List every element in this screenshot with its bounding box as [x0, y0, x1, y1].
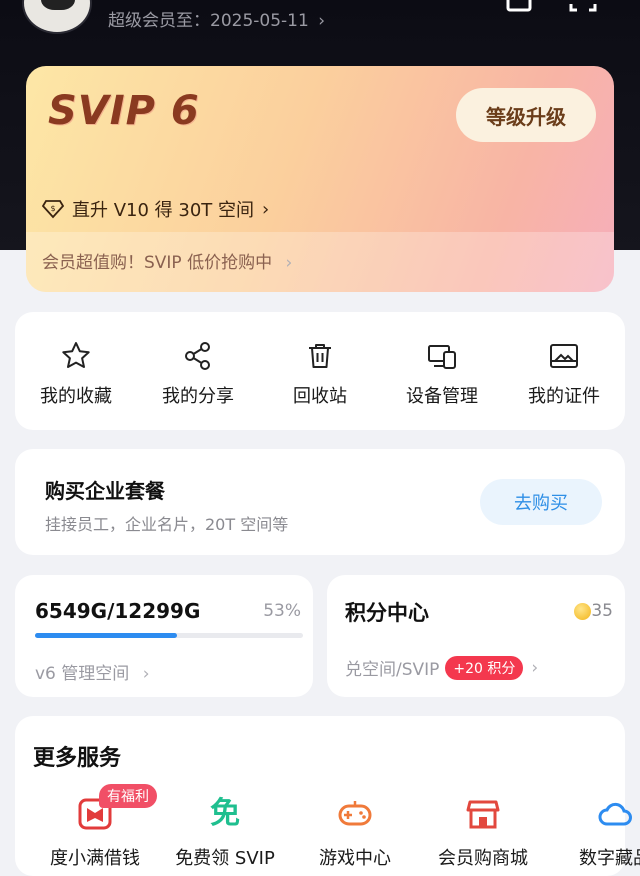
coin-icon	[574, 603, 591, 620]
storage-usage: 6549G/12299G	[35, 599, 201, 623]
quick-action-label: 设备管理	[406, 386, 478, 407]
quick-action-recycle-bin[interactable]: 回收站	[259, 312, 381, 430]
free-icon: 免	[210, 796, 240, 831]
manage-storage-link[interactable]: v6 管理空间 ›	[35, 659, 150, 684]
devices-icon	[428, 345, 456, 369]
diamond-badge-icon: $	[42, 200, 64, 219]
chevron-right-icon: ›	[142, 664, 150, 684]
gamepad-icon	[337, 796, 373, 832]
quick-action-shares[interactable]: 我的分享	[137, 312, 259, 430]
sale-promo-text: 会员超值购！SVIP 低价抢购中	[42, 253, 273, 273]
quick-action-id-cards[interactable]: 我的证件	[503, 312, 625, 430]
points-bonus-badge: +20 积分	[445, 655, 524, 680]
service-label: 数字藏品	[579, 848, 640, 869]
service-item-free-svip[interactable]: 免 免费领 SVIP	[165, 796, 285, 870]
points-count: 35	[591, 601, 613, 621]
membership-expiry[interactable]: 超级会员至：2025-05-11 ›	[108, 6, 325, 31]
welfare-tag: 有福利	[99, 784, 157, 808]
quick-action-favorites[interactable]: 我的收藏	[15, 312, 137, 430]
store-icon	[465, 796, 501, 832]
points-center-title: 积分中心	[345, 601, 429, 625]
business-plan-subtitle: 挂接员工，企业名片，20T 空间等	[45, 515, 289, 534]
redeem-link[interactable]: 兑空间/SVIP +20 积分 ›	[345, 655, 538, 680]
business-plan-title: 购买企业套餐	[45, 479, 165, 503]
redeem-text: 兑空间/SVIP	[345, 660, 440, 680]
service-label: 度小满借钱	[50, 848, 140, 869]
service-item-member-mall[interactable]: 会员购商城	[423, 796, 543, 870]
quick-action-label: 我的证件	[528, 386, 600, 407]
storage-percent: 53%	[263, 601, 301, 621]
upgrade-promo-text: 直升 V10 得 30T 空间	[72, 200, 255, 221]
svg-text:$: $	[50, 204, 55, 213]
storage-progress-bar	[35, 633, 303, 638]
upgrade-promo-link[interactable]: $ 直升 V10 得 30T 空间 ›	[42, 196, 269, 222]
service-item-digital-collectibles[interactable]: 数字藏品	[555, 796, 640, 870]
svip-member-card[interactable]: SVIP 6 等级升级 $ 直升 V10 得 30T 空间 › 会员超值购！SV…	[26, 66, 614, 292]
quick-action-label: 回收站	[293, 386, 347, 407]
quick-action-label: 我的分享	[162, 386, 234, 407]
points-center-panel[interactable]: 积分中心 35 兑空间/SVIP +20 积分 ›	[327, 575, 625, 697]
quick-actions-panel: 我的收藏 我的分享 回收站 设备管理 我的证件	[15, 312, 625, 430]
membership-expiry-text: 超级会员至：2025-05-11	[108, 11, 309, 31]
service-item-game-center[interactable]: 游戏中心	[295, 796, 415, 870]
manage-storage-text: v6 管理空间	[35, 664, 130, 684]
buy-business-plan-button[interactable]: 去购买	[480, 479, 602, 525]
avatar-image	[41, 0, 75, 10]
coupon-icon[interactable]	[504, 0, 534, 14]
id-card-icon	[550, 344, 578, 368]
storage-progress-fill	[35, 633, 178, 638]
chevron-right-icon: ›	[262, 198, 270, 220]
sale-promo-link[interactable]: 会员超值购！SVIP 低价抢购中 ›	[42, 248, 292, 273]
storage-panel[interactable]: 6549G/12299G 53% v6 管理空间 ›	[15, 575, 313, 697]
service-label: 游戏中心	[319, 848, 391, 869]
chevron-right-icon: ›	[285, 253, 293, 273]
star-icon	[62, 342, 90, 368]
cloud-icon	[597, 796, 633, 832]
more-services-title: 更多服务	[33, 746, 122, 771]
level-upgrade-button[interactable]: 等级升级	[456, 88, 596, 142]
share-icon	[185, 342, 210, 370]
chevron-right-icon: ›	[531, 657, 539, 678]
service-label: 免费领 SVIP	[175, 848, 275, 869]
chevron-right-icon: ›	[318, 11, 326, 31]
service-label: 会员购商城	[438, 848, 528, 869]
quick-action-devices[interactable]: 设备管理	[381, 312, 503, 430]
scan-icon[interactable]	[568, 0, 598, 14]
svip-level-logo: SVIP 6	[48, 88, 200, 134]
trash-icon	[309, 344, 331, 368]
business-plan-panel: 购买企业套餐 挂接员工，企业名片，20T 空间等 去购买	[15, 449, 625, 555]
quick-action-label: 我的收藏	[40, 386, 112, 407]
more-services-panel: 更多服务 度小满借钱 有福利 免 免费领 SVIP 游戏中心 会员购商城 数字藏…	[15, 716, 640, 876]
